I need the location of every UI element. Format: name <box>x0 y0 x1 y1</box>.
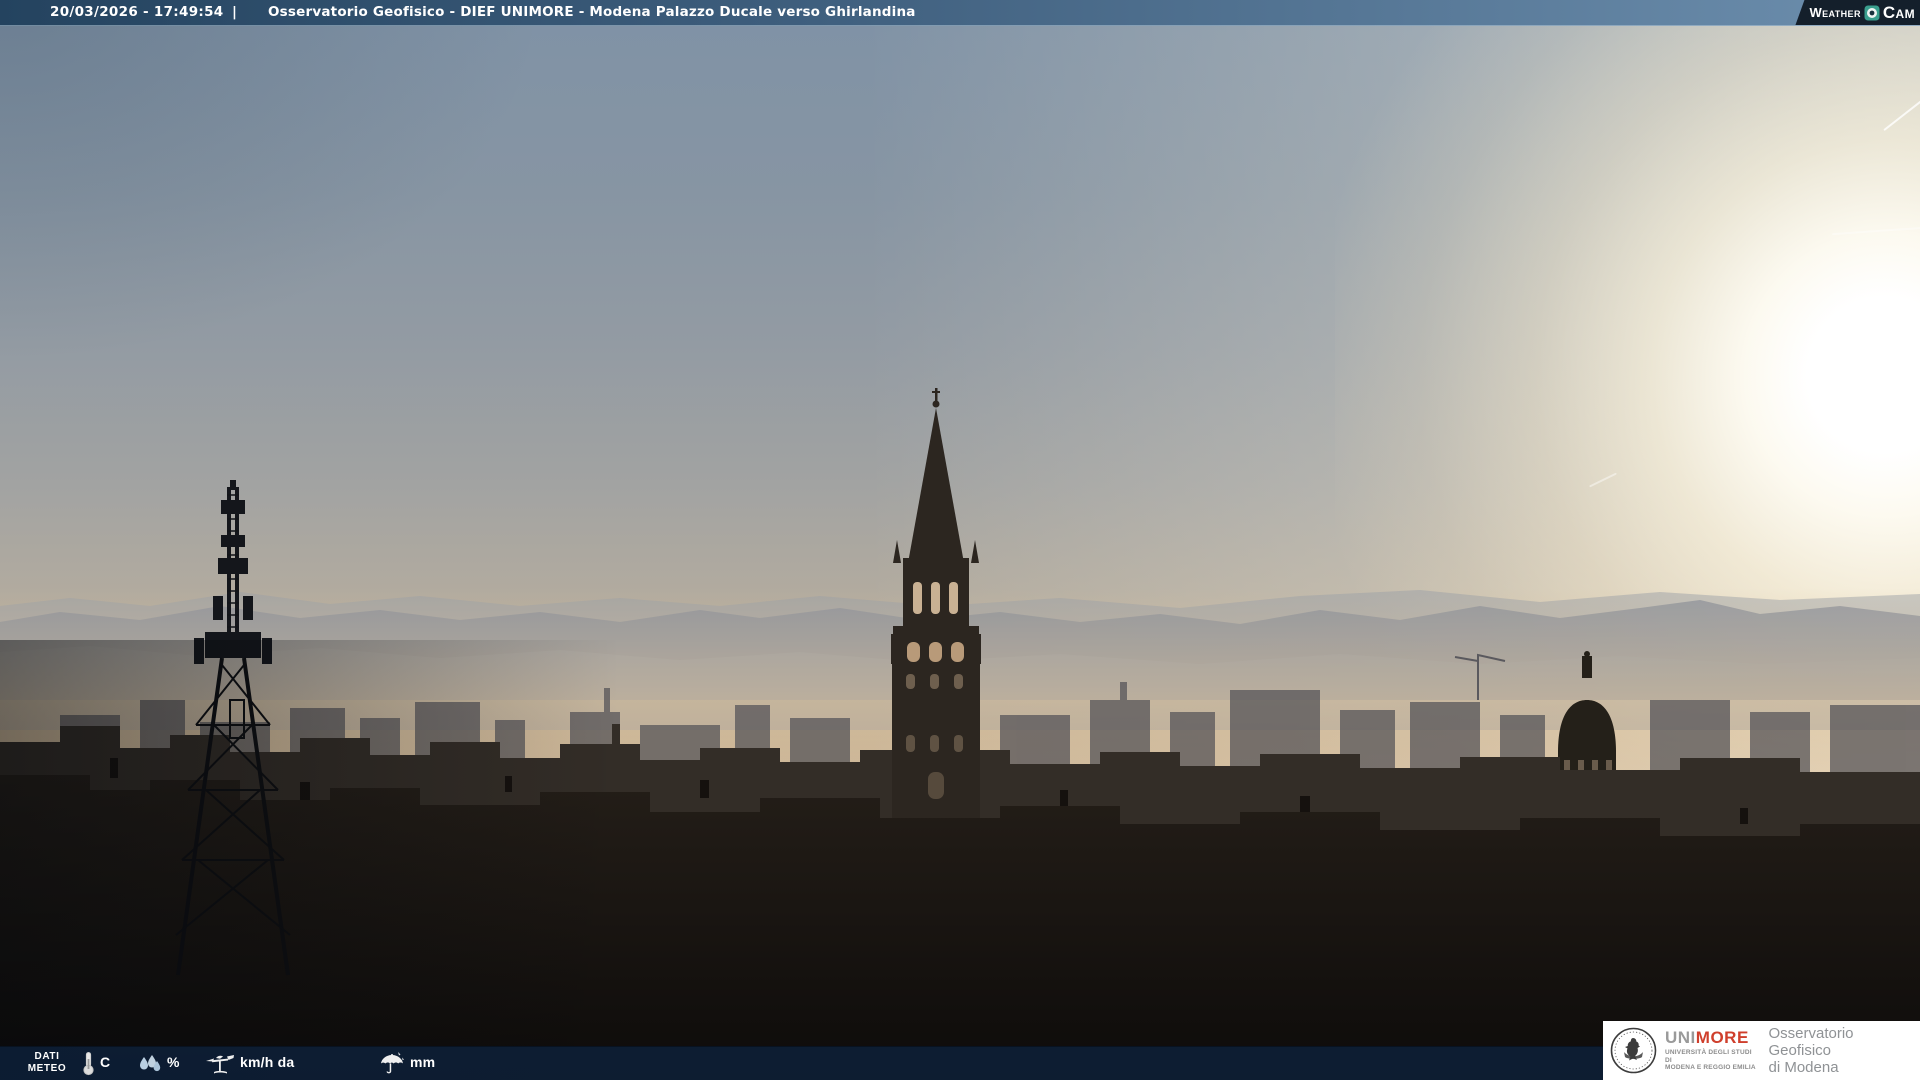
humidity-unit: % <box>167 1054 180 1070</box>
weathercam-logo[interactable]: Weather Cam <box>1795 0 1920 25</box>
university-subtitle-line2: MODENA E REGGIO EMILIA <box>1665 1064 1756 1072</box>
thermometer-icon <box>82 1051 95 1076</box>
observatory-name: Osservatorio Geofisico di Modena <box>1768 1025 1854 1076</box>
dati-meteo-label: DATI METEO <box>27 1051 67 1074</box>
header-separator: | <box>232 4 237 20</box>
datetime-text: 20/03/2026 - 17:49:54 <box>50 4 224 20</box>
wind-unit: km/h da <box>240 1054 295 1070</box>
rain-unit: mm <box>410 1054 436 1070</box>
unimore-wordmark: UNIMORE UNIVERSITÀ DEGLI STUDI DI MODENA… <box>1665 1029 1761 1072</box>
wind-vane-icon <box>204 1052 236 1076</box>
foreground-shadow <box>0 640 620 1080</box>
weathercam-weather-text: Weather <box>1809 5 1861 20</box>
unimore-more-text: MORE <box>1695 1028 1749 1048</box>
rain-umbrella-icon <box>378 1051 406 1076</box>
temperature-unit: C <box>100 1054 111 1070</box>
unimore-uni-text: UNI <box>1665 1028 1696 1048</box>
header-bar: 20/03/2026 - 17:49:54 | Osservatorio Geo… <box>0 0 1920 26</box>
humidity-drops-icon <box>136 1054 164 1074</box>
unimore-seal-icon <box>1610 1027 1657 1074</box>
webcam-page: 20/03/2026 - 17:49:54 | Osservatorio Geo… <box>0 0 1920 1080</box>
weathercam-lens-icon <box>1864 5 1880 21</box>
weathercam-cam-text: Cam <box>1882 2 1915 22</box>
unimore-branding[interactable]: UNIMORE UNIVERSITÀ DEGLI STUDI DI MODENA… <box>1603 1021 1920 1080</box>
camera-title: Osservatorio Geofisico - DIEF UNIMORE - … <box>268 4 916 20</box>
university-subtitle-line1: UNIVERSITÀ DEGLI STUDI DI <box>1665 1049 1752 1064</box>
